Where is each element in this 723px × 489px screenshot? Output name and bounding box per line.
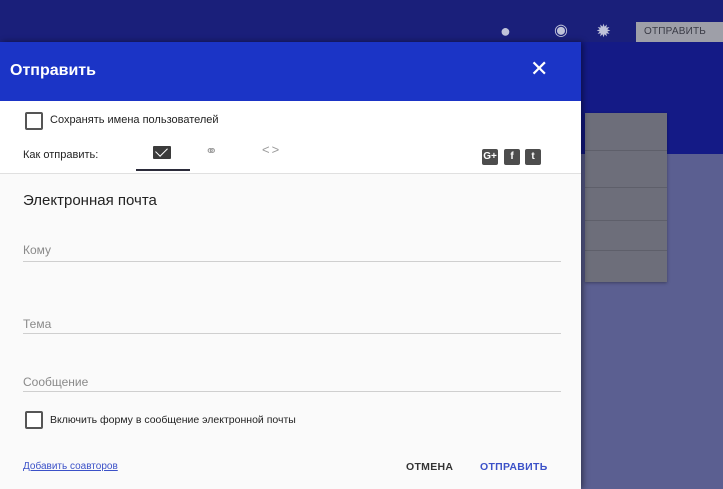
active-tab-indicator [136, 169, 190, 171]
link-icon[interactable]: ⚭ [205, 142, 218, 160]
message-field[interactable] [23, 391, 561, 392]
dialog-title: Отправить [10, 62, 96, 79]
collect-emails-label: Сохранять имена пользователей [50, 114, 219, 126]
google-plus-icon[interactable]: G+ [482, 149, 498, 165]
twitter-icon[interactable]: t [525, 149, 541, 165]
message-field-label[interactable]: Сообщение [23, 375, 88, 389]
include-form-checkbox[interactable] [25, 411, 43, 429]
send-dialog: Отправить ✕ Сохранять имена пользователе… [0, 42, 581, 489]
close-icon[interactable]: ✕ [530, 58, 548, 80]
subject-field[interactable] [23, 333, 561, 334]
section-title: Электронная почта [23, 192, 157, 209]
subject-field-label[interactable]: Тема [23, 317, 51, 331]
email-section [0, 174, 581, 489]
to-field[interactable] [23, 261, 561, 262]
send-button[interactable]: ОТПРАВИТЬ [480, 461, 548, 473]
how-to-send-label: Как отправить: [23, 149, 99, 161]
add-collaborators-link[interactable]: Добавить соавторов [23, 461, 118, 472]
palette-icon[interactable]: ● [500, 22, 511, 40]
gear-icon[interactable]: ✹ [596, 22, 611, 40]
tab-email[interactable] [136, 139, 190, 173]
background-form-card [585, 113, 667, 282]
app-send-button[interactable]: ОТПРАВИТЬ [636, 22, 723, 42]
collect-emails-checkbox[interactable] [25, 112, 43, 130]
facebook-icon[interactable]: f [504, 149, 520, 165]
cancel-button[interactable]: ОТМЕНА [406, 461, 453, 473]
to-field-label[interactable]: Кому [23, 243, 51, 257]
email-icon [153, 146, 171, 159]
embed-icon[interactable]: <> [262, 142, 281, 157]
dialog-header: Отправить ✕ [0, 42, 581, 101]
include-form-label: Включить форму в сообщение электронной п… [50, 414, 296, 426]
eye-icon[interactable]: ◉ [554, 22, 568, 40]
app-top-bar [0, 0, 723, 42]
